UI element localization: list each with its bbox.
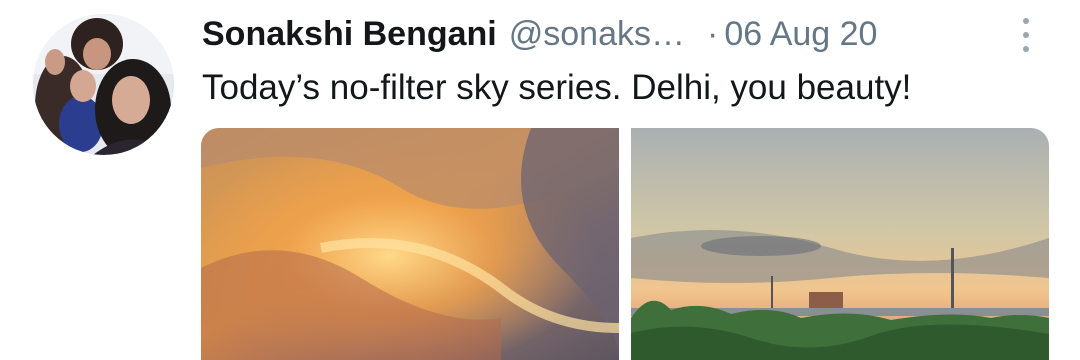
separator-dot: · — [706, 14, 719, 53]
more-dot — [1023, 18, 1029, 24]
tweet-text: Today’s no-filter sky series. Delhi, you… — [202, 68, 912, 107]
more-dot — [1023, 46, 1029, 52]
author-handle[interactable]: @sonaks… — [509, 15, 685, 54]
sunset-clouds-image — [201, 128, 619, 360]
avatar[interactable] — [33, 14, 174, 155]
tweet-photo-1[interactable] — [201, 128, 619, 360]
more-vertical-icon[interactable] — [1014, 16, 1038, 54]
avatar-image — [33, 14, 174, 155]
tweet-date[interactable]: 06 Aug 20 — [724, 15, 877, 54]
city-skyline-image — [631, 128, 1049, 360]
author-name[interactable]: Sonakshi Bengani — [202, 15, 497, 54]
tweet-header: Sonakshi Bengani @sonaks… · 06 Aug 20 — [202, 14, 1042, 54]
more-dot — [1023, 32, 1029, 38]
tweet-photo-2[interactable] — [631, 128, 1049, 360]
